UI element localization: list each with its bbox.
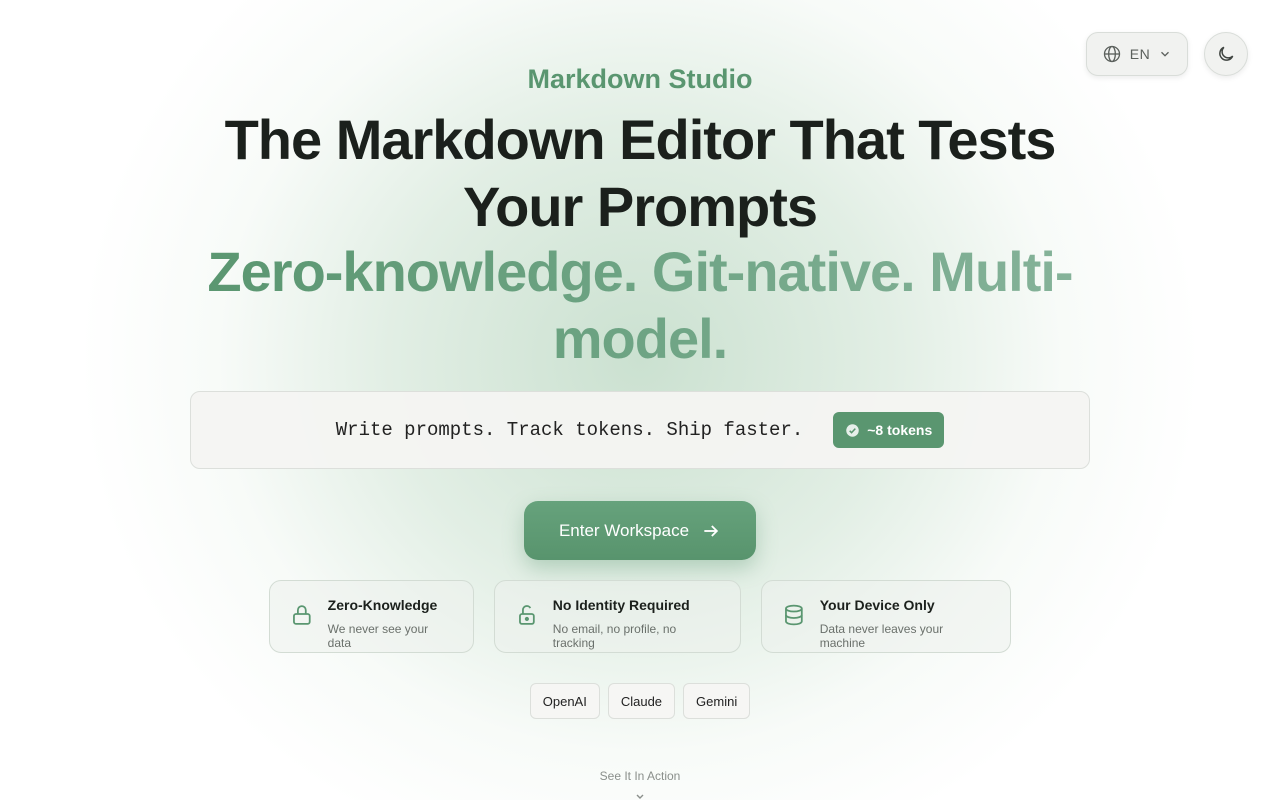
brand-name: Markdown Studio <box>527 64 753 94</box>
chevron-down-icon <box>1161 51 1170 57</box>
feature-card-no-identity: No Identity Required No email, no profil… <box>494 580 741 653</box>
feature-desc: No email, no profile, no tracking <box>552 622 677 650</box>
enter-workspace-button[interactable]: Enter Workspace <box>524 501 756 560</box>
feature-card-device-only: Your Device Only Data never leaves your … <box>761 580 1011 653</box>
arrow-right-icon <box>704 524 719 537</box>
globe-icon <box>1103 45 1120 63</box>
model-chip-openai[interactable]: OpenAI <box>529 683 600 719</box>
feature-title: Zero-Knowledge <box>327 597 438 613</box>
feature-desc: Data never leaves your machine <box>819 622 944 650</box>
token-count-label: ~8 tokens <box>867 422 933 438</box>
model-chips: OpenAI Claude Gemini <box>0 683 1280 719</box>
feature-title: No Identity Required <box>552 597 690 613</box>
lock-icon <box>293 605 311 625</box>
unlock-icon <box>519 605 535 625</box>
model-chip-claude[interactable]: Claude <box>607 683 676 719</box>
check-circle-icon <box>846 423 859 437</box>
subline: Zero-knowledge. Git-native. Multi-model. <box>190 238 1090 372</box>
enter-workspace-label: Enter Workspace <box>558 520 690 540</box>
prompt-demo-text: Write prompts. Track tokens. Ship faster… <box>335 419 804 441</box>
prompt-demo-box: Write prompts. Track tokens. Ship faster… <box>190 391 1090 469</box>
database-icon <box>785 604 803 626</box>
token-count-badge: ~8 tokens <box>833 412 945 448</box>
feature-desc: We never see your data <box>327 622 429 650</box>
chevron-down-icon[interactable] <box>636 794 644 800</box>
feature-cards: Zero-Knowledge We never see your data No… <box>0 580 1280 653</box>
headline: The Markdown Editor That Tests Your Prom… <box>224 108 1057 238</box>
model-chip-gemini[interactable]: Gemini <box>683 683 751 719</box>
feature-title: Your Device Only <box>819 597 935 613</box>
feature-card-zero-knowledge: Zero-Knowledge We never see your data <box>269 580 474 653</box>
moon-icon <box>1219 46 1234 61</box>
language-label: EN <box>1129 46 1151 62</box>
see-it-in-action-link[interactable]: See It In Action <box>0 769 1280 783</box>
